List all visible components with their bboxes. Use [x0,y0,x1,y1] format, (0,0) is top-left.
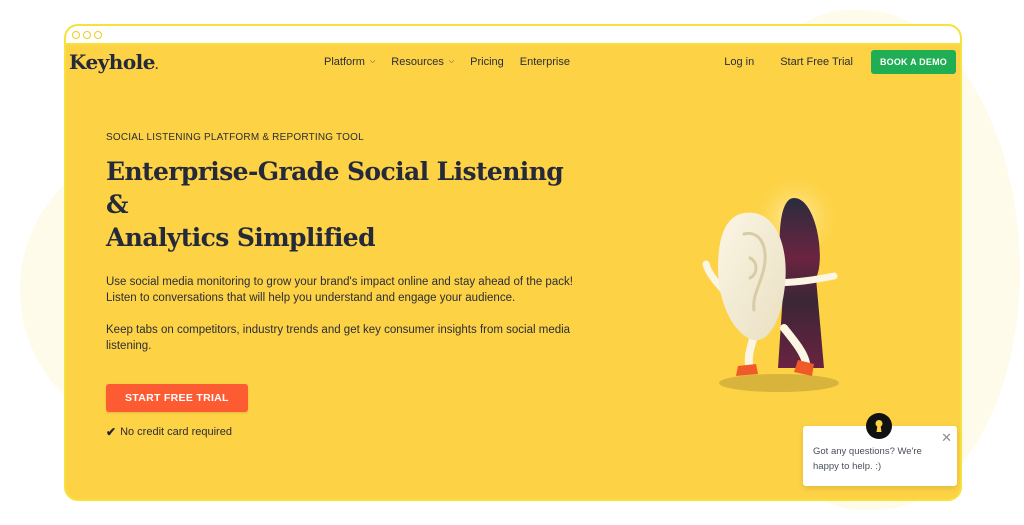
nav-enterprise[interactable]: Enterprise [520,56,570,68]
keyhole-logo[interactable]: Keyhole. [69,50,158,74]
nav-resources-label: Resources [391,56,444,68]
browser-titlebar [66,26,960,45]
window-dot-icon [72,30,80,39]
nav-actions: Log in Start Free Trial BOOK A DEMO [724,50,956,74]
close-icon[interactable]: ✕ [941,431,952,444]
nav-pricing-label: Pricing [470,56,504,68]
hero-section: SOCIAL LISTENING PLATFORM & REPORTING TO… [106,132,576,439]
chevron-down-icon: ⌵ [369,58,376,65]
hero-headline: Enterprise-Grade Social Listening & Anal… [106,155,576,254]
keyhole-icon[interactable] [866,413,892,439]
chevron-down-icon: ⌵ [448,58,455,65]
book-demo-button[interactable]: BOOK A DEMO [870,50,956,74]
chat-message: Got any questions? We're happy to help. … [813,446,922,472]
window-dot-icon [94,30,102,39]
keyhole-glyph [875,420,883,432]
hero-paragraph-2: Keep tabs on competitors, industry trend… [106,324,571,352]
shadow-shape [719,374,839,392]
headline-line-2: Analytics Simplified [106,223,376,252]
shoe-left [736,364,758,376]
nav-pricing[interactable]: Pricing [470,56,504,68]
window-dot-icon [83,30,91,39]
nav-platform[interactable]: Platform ⌵ [324,56,375,68]
start-trial-link[interactable]: Start Free Trial [780,56,853,68]
check-icon: ✔ [106,425,117,439]
no-credit-card-text: No credit card required [120,426,232,438]
start-free-trial-button[interactable]: START FREE TRIAL [106,384,248,412]
navbar: Keyhole. Platform ⌵ Resources ⌵ Pricing … [66,45,960,81]
ear-keyhole-illustration [702,173,841,392]
nav-platform-label: Platform [324,56,365,68]
hero-paragraph-1: Use social media monitoring to grow your… [106,276,573,304]
logo-text: Keyhole [69,50,156,74]
no-credit-card-note: ✔ No credit card required [106,425,576,439]
headline-line-1: Enterprise-Grade Social Listening & [106,157,564,219]
login-link[interactable]: Log in [724,56,754,68]
logo-dot: . [155,61,158,72]
main-nav: Platform ⌵ Resources ⌵ Pricing Enterpris… [324,56,570,68]
nav-resources[interactable]: Resources ⌵ [391,56,454,68]
hero-eyebrow: SOCIAL LISTENING PLATFORM & REPORTING TO… [106,132,364,143]
nav-enterprise-label: Enterprise [519,56,570,68]
